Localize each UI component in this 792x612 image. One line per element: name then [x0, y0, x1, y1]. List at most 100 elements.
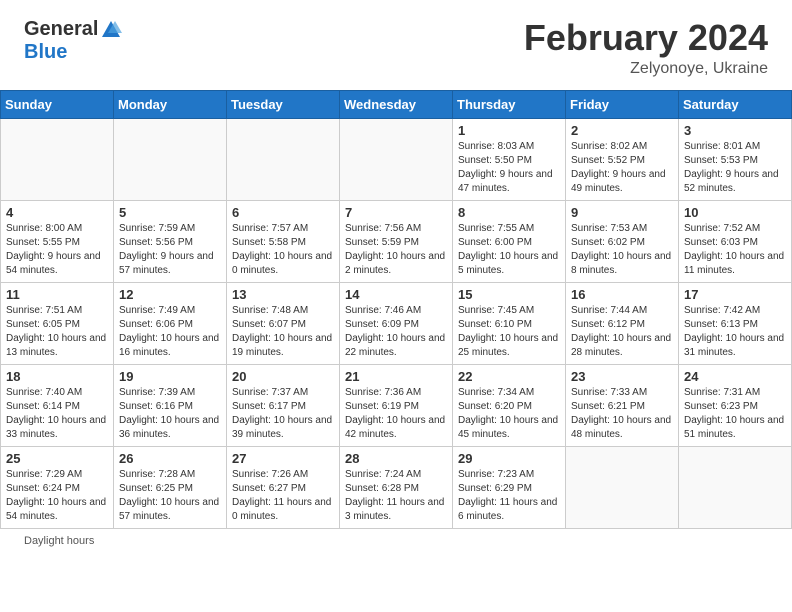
day-number: 12	[119, 287, 221, 302]
day-info: Sunrise: 7:34 AMSunset: 6:20 PMDaylight:…	[458, 386, 560, 442]
day-info: Sunrise: 7:59 AMSunset: 5:56 PMDaylight:…	[119, 222, 221, 278]
calendar-cell: 2 Sunrise: 8:02 AMSunset: 5:52 PMDaylight…	[566, 118, 679, 200]
footer: Daylight hours	[0, 529, 792, 553]
logo-general-text: General	[24, 18, 98, 41]
calendar-cell	[340, 118, 453, 200]
day-info: Sunrise: 7:49 AMSunset: 6:06 PMDaylight:…	[119, 304, 221, 360]
calendar-cell: 28 Sunrise: 7:24 AMSunset: 6:28 PMDayligh…	[340, 446, 453, 528]
day-number: 25	[6, 451, 108, 466]
day-info: Sunrise: 7:53 AMSunset: 6:02 PMDaylight:…	[571, 222, 673, 278]
calendar-cell: 13 Sunrise: 7:48 AMSunset: 6:07 PMDayligh…	[227, 282, 340, 364]
calendar-cell: 16Sunrise: 7:44 AMSunset: 6:12 PMDayligh…	[566, 282, 679, 364]
day-number: 6	[232, 205, 334, 220]
day-info: Sunrise: 7:26 AMSunset: 6:27 PMDaylight:…	[232, 468, 334, 524]
day-number: 7	[345, 205, 447, 220]
day-number: 24	[684, 369, 786, 384]
day-number: 27	[232, 451, 334, 466]
calendar-cell: 14 Sunrise: 7:46 AMSunset: 6:09 PMDayligh…	[340, 282, 453, 364]
day-number: 26	[119, 451, 221, 466]
day-number: 5	[119, 205, 221, 220]
day-number: 20	[232, 369, 334, 384]
calendar-cell: 22 Sunrise: 7:34 AMSunset: 6:20 PMDayligh…	[453, 364, 566, 446]
calendar-cell: 7 Sunrise: 7:56 AMSunset: 5:59 PMDaylight…	[340, 200, 453, 282]
day-info: Sunrise: 7:48 AMSunset: 6:07 PMDaylight:…	[232, 304, 334, 360]
day-info: Sunrise: 7:52 AMSunset: 6:03 PMDaylight:…	[684, 222, 786, 278]
header: General Blue February 2024 Zelyonoye, Uk…	[0, 0, 792, 86]
day-number: 1	[458, 123, 560, 138]
calendar-cell: 29Sunrise: 7:23 AMSunset: 6:29 PMDayligh…	[453, 446, 566, 528]
logo-blue-text: Blue	[24, 41, 67, 63]
calendar-cell: 12 Sunrise: 7:49 AMSunset: 6:06 PMDayligh…	[114, 282, 227, 364]
day-number: 9	[571, 205, 673, 220]
day-number: 10	[684, 205, 786, 220]
day-info: Sunrise: 7:57 AMSunset: 5:58 PMDaylight:…	[232, 222, 334, 278]
day-info: Sunrise: 7:42 AMSunset: 6:13 PMDaylight:…	[684, 304, 786, 360]
day-info: Sunrise: 7:37 AMSunset: 6:17 PMDaylight:…	[232, 386, 334, 442]
calendar-header-saturday: Saturday	[679, 90, 792, 118]
calendar-week-row: 1Sunrise: 8:03 AMSunset: 5:50 PMDaylight…	[1, 118, 792, 200]
daylight-hours-label: Daylight hours	[24, 535, 94, 547]
day-number: 18	[6, 369, 108, 384]
calendar-week-row: 11 Sunrise: 7:51 AMSunset: 6:05 PMDayligh…	[1, 282, 792, 364]
day-number: 14	[345, 287, 447, 302]
day-info: Sunrise: 7:36 AMSunset: 6:19 PMDaylight:…	[345, 386, 447, 442]
day-info: Sunrise: 7:39 AMSunset: 6:16 PMDaylight:…	[119, 386, 221, 442]
calendar-cell	[1, 118, 114, 200]
calendar-cell: 19Sunrise: 7:39 AMSunset: 6:16 PMDayligh…	[114, 364, 227, 446]
calendar-cell: 10 Sunrise: 7:52 AMSunset: 6:03 PMDayligh…	[679, 200, 792, 282]
calendar-cell: 24 Sunrise: 7:31 AMSunset: 6:23 PMDayligh…	[679, 364, 792, 446]
calendar-header-thursday: Thursday	[453, 90, 566, 118]
day-info: Sunrise: 7:31 AMSunset: 6:23 PMDaylight:…	[684, 386, 786, 442]
location-title: Zelyonoye, Ukraine	[524, 60, 768, 78]
day-number: 3	[684, 123, 786, 138]
calendar-header-friday: Friday	[566, 90, 679, 118]
calendar-header-wednesday: Wednesday	[340, 90, 453, 118]
calendar-cell	[114, 118, 227, 200]
day-number: 13	[232, 287, 334, 302]
day-info: Sunrise: 7:28 AMSunset: 6:25 PMDaylight:…	[119, 468, 221, 524]
calendar-cell	[227, 118, 340, 200]
day-info: Sunrise: 8:02 AMSunset: 5:52 PMDaylight:…	[571, 140, 673, 196]
calendar-cell: 9 Sunrise: 7:53 AMSunset: 6:02 PMDaylight…	[566, 200, 679, 282]
day-info: Sunrise: 7:33 AMSunset: 6:21 PMDaylight:…	[571, 386, 673, 442]
calendar-cell: 6 Sunrise: 7:57 AMSunset: 5:58 PMDaylight…	[227, 200, 340, 282]
calendar-cell: 20 Sunrise: 7:37 AMSunset: 6:17 PMDayligh…	[227, 364, 340, 446]
month-title: February 2024	[524, 18, 768, 58]
page: General Blue February 2024 Zelyonoye, Uk…	[0, 0, 792, 612]
day-info: Sunrise: 8:00 AMSunset: 5:55 PMDaylight:…	[6, 222, 108, 278]
day-number: 22	[458, 369, 560, 384]
calendar-cell: 18Sunrise: 7:40 AMSunset: 6:14 PMDayligh…	[1, 364, 114, 446]
day-number: 28	[345, 451, 447, 466]
day-number: 21	[345, 369, 447, 384]
calendar-cell: 1Sunrise: 8:03 AMSunset: 5:50 PMDaylight…	[453, 118, 566, 200]
day-number: 8	[458, 205, 560, 220]
calendar-header-sunday: Sunday	[1, 90, 114, 118]
day-number: 2	[571, 123, 673, 138]
day-number: 16	[571, 287, 673, 302]
calendar-cell: 5 Sunrise: 7:59 AMSunset: 5:56 PMDaylight…	[114, 200, 227, 282]
title-area: February 2024 Zelyonoye, Ukraine	[524, 18, 768, 78]
day-info: Sunrise: 7:24 AMSunset: 6:28 PMDaylight:…	[345, 468, 447, 524]
calendar-week-row: 4 Sunrise: 8:00 AMSunset: 5:55 PMDaylight…	[1, 200, 792, 282]
calendar-week-row: 25 Sunrise: 7:29 AMSunset: 6:24 PMDayligh…	[1, 446, 792, 528]
day-number: 4	[6, 205, 108, 220]
day-info: Sunrise: 7:51 AMSunset: 6:05 PMDaylight:…	[6, 304, 108, 360]
day-number: 23	[571, 369, 673, 384]
calendar-header-tuesday: Tuesday	[227, 90, 340, 118]
day-info: Sunrise: 7:29 AMSunset: 6:24 PMDaylight:…	[6, 468, 108, 524]
day-info: Sunrise: 7:55 AMSunset: 6:00 PMDaylight:…	[458, 222, 560, 278]
day-info: Sunrise: 7:46 AMSunset: 6:09 PMDaylight:…	[345, 304, 447, 360]
calendar-cell: 23 Sunrise: 7:33 AMSunset: 6:21 PMDayligh…	[566, 364, 679, 446]
day-info: Sunrise: 7:56 AMSunset: 5:59 PMDaylight:…	[345, 222, 447, 278]
calendar-cell: 17Sunrise: 7:42 AMSunset: 6:13 PMDayligh…	[679, 282, 792, 364]
day-number: 11	[6, 287, 108, 302]
calendar-cell: 11 Sunrise: 7:51 AMSunset: 6:05 PMDayligh…	[1, 282, 114, 364]
calendar-header-row: SundayMondayTuesdayWednesdayThursdayFrid…	[1, 90, 792, 118]
calendar-table: SundayMondayTuesdayWednesdayThursdayFrid…	[0, 90, 792, 529]
calendar-cell: 27 Sunrise: 7:26 AMSunset: 6:27 PMDayligh…	[227, 446, 340, 528]
day-number: 29	[458, 451, 560, 466]
calendar-cell: 15Sunrise: 7:45 AMSunset: 6:10 PMDayligh…	[453, 282, 566, 364]
calendar-cell: 4 Sunrise: 8:00 AMSunset: 5:55 PMDaylight…	[1, 200, 114, 282]
day-info: Sunrise: 8:01 AMSunset: 5:53 PMDaylight:…	[684, 140, 786, 196]
logo-icon	[100, 19, 122, 41]
